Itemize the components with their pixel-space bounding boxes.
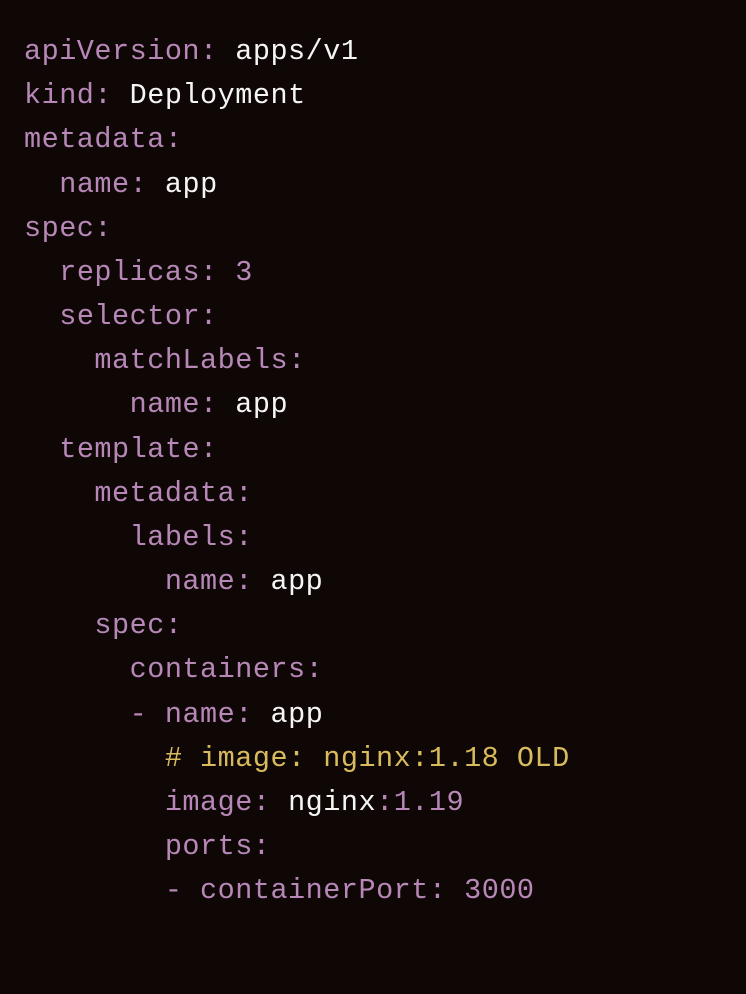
code-line: metadata: <box>24 477 253 510</box>
yaml-colon: : <box>94 212 112 245</box>
yaml-key: name <box>130 388 200 421</box>
yaml-key: image <box>165 786 253 819</box>
yaml-key: spec <box>24 212 94 245</box>
yaml-key: selector <box>59 300 200 333</box>
code-line: template: <box>24 433 218 466</box>
yaml-value: app <box>270 565 323 598</box>
yaml-colon: : <box>200 388 218 421</box>
yaml-value-tag: 1.19 <box>394 786 464 819</box>
yaml-colon: : <box>253 830 271 863</box>
yaml-code-block: apiVersion: apps/v1 kind: Deployment met… <box>24 30 722 913</box>
yaml-colon: : <box>429 874 447 907</box>
yaml-value: app <box>165 168 218 201</box>
yaml-colon: : <box>200 300 218 333</box>
yaml-key: name <box>165 565 235 598</box>
yaml-key: template <box>59 433 200 466</box>
yaml-key: replicas <box>59 256 200 289</box>
yaml-colon: : <box>200 35 218 68</box>
yaml-colon: : <box>306 653 324 686</box>
yaml-colon: : <box>288 344 306 377</box>
code-line: replicas: 3 <box>24 256 253 289</box>
yaml-key: name <box>59 168 129 201</box>
yaml-value: Deployment <box>130 79 306 112</box>
code-line: selector: <box>24 300 218 333</box>
yaml-colon: : <box>165 609 183 642</box>
yaml-value: apps/v1 <box>235 35 358 68</box>
yaml-key: containerPort <box>200 874 429 907</box>
yaml-value: 3000 <box>464 874 534 907</box>
yaml-colon: : <box>165 123 183 156</box>
code-line: matchLabels: <box>24 344 306 377</box>
yaml-colon: : <box>235 565 253 598</box>
yaml-colon: : <box>235 477 253 510</box>
yaml-colon: : <box>200 256 218 289</box>
yaml-colon: : <box>253 786 271 819</box>
code-line: - name: app <box>24 698 323 731</box>
yaml-key: containers <box>130 653 306 686</box>
yaml-value: 3 <box>235 256 253 289</box>
yaml-key: metadata <box>94 477 235 510</box>
yaml-colon: : <box>130 168 148 201</box>
yaml-key: matchLabels <box>94 344 288 377</box>
yaml-dash: - <box>130 698 148 731</box>
code-line: containers: <box>24 653 323 686</box>
code-line: ports: <box>24 830 270 863</box>
yaml-colon: : <box>200 433 218 466</box>
code-line: apiVersion: apps/v1 <box>24 35 358 68</box>
code-line: image: nginx:1.19 <box>24 786 464 819</box>
code-line: - containerPort: 3000 <box>24 874 535 907</box>
yaml-value: app <box>235 388 288 421</box>
code-line: metadata: <box>24 123 182 156</box>
code-line: # image: nginx:1.18 OLD <box>24 742 570 775</box>
code-line: kind: Deployment <box>24 79 306 112</box>
yaml-value: app <box>270 698 323 731</box>
code-line: name: app <box>24 565 323 598</box>
yaml-key: spec <box>94 609 164 642</box>
yaml-comment: # image: nginx:1.18 OLD <box>165 742 570 775</box>
code-line: name: app <box>24 168 218 201</box>
yaml-colon: : <box>376 786 394 819</box>
code-line: name: app <box>24 388 288 421</box>
yaml-key: apiVersion <box>24 35 200 68</box>
yaml-colon: : <box>235 521 253 554</box>
yaml-dash: - <box>165 874 183 907</box>
yaml-key: name <box>165 698 235 731</box>
yaml-colon: : <box>235 698 253 731</box>
yaml-key: kind <box>24 79 94 112</box>
yaml-key: ports <box>165 830 253 863</box>
code-line: spec: <box>24 212 112 245</box>
yaml-key: labels <box>130 521 236 554</box>
code-line: labels: <box>24 521 253 554</box>
yaml-value: nginx <box>288 786 376 819</box>
code-line: spec: <box>24 609 182 642</box>
yaml-colon: : <box>94 79 112 112</box>
yaml-key: metadata <box>24 123 165 156</box>
